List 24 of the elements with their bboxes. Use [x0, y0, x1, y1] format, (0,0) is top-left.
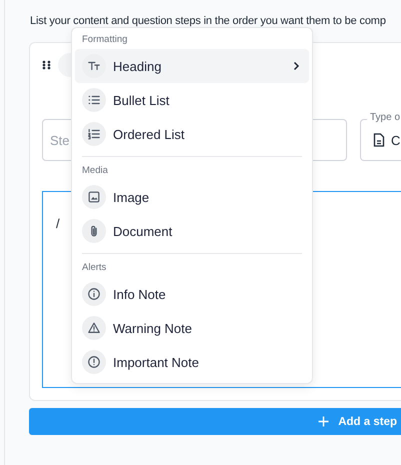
menu-item[interactable]: Image	[75, 180, 309, 214]
type-value: C	[391, 132, 400, 148]
menu-item[interactable]: Warning Note	[75, 311, 309, 345]
bullet-list-icon	[87, 93, 101, 107]
numbered-list-icon	[87, 127, 101, 141]
image-icon	[87, 190, 101, 204]
menu-item[interactable]: Document	[75, 214, 309, 248]
instructions-text: List your content and question steps in the order you want them to be comp	[30, 14, 387, 28]
menu-item[interactable]: Info Note	[75, 277, 309, 311]
menu-item[interactable]: Bullet List	[75, 83, 309, 117]
type-label: Type o	[367, 112, 401, 123]
text-size-icon	[87, 59, 101, 73]
section-heading: Media	[81, 164, 109, 178]
plus-icon	[318, 416, 330, 427]
menu-item[interactable]: Ordered List	[75, 117, 309, 151]
section-heading: Alerts	[81, 261, 108, 275]
menu-item[interactable]: Heading	[75, 49, 309, 83]
exclamation-icon	[87, 355, 101, 369]
info-icon	[87, 287, 101, 301]
drag-handle-icon[interactable]	[42, 60, 52, 70]
menu-item[interactable]: Important Note	[75, 345, 309, 379]
warning-icon	[87, 321, 101, 335]
section-heading: Formatting	[81, 33, 128, 47]
document-icon	[373, 133, 385, 147]
